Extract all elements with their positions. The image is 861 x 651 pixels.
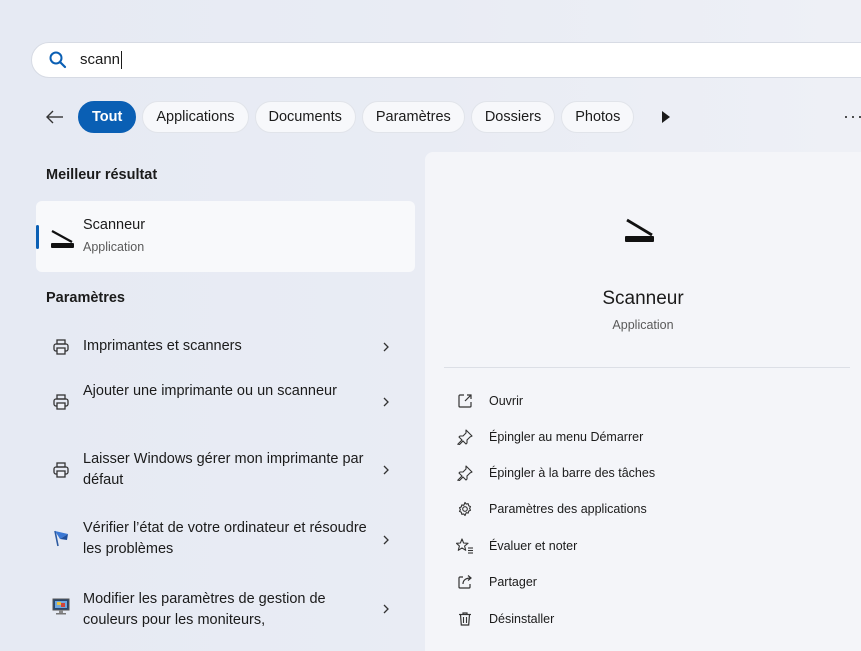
pin-icon (455, 463, 475, 483)
search-icon (48, 49, 70, 71)
filter-chip-all[interactable]: Tout (78, 101, 137, 133)
action-pin-taskbar[interactable]: Épingler à la barre des tâches (455, 462, 655, 484)
filter-bar: Tout Applications Documents Paramètres D… (42, 100, 678, 134)
chevron-right-icon (380, 340, 392, 354)
settings-item-label: Vérifier l’état de votre ordinateur et r… (83, 520, 367, 557)
settings-heading: Paramètres (46, 290, 125, 306)
detail-app-subtitle: Application (612, 318, 674, 332)
action-label: Épingler à la barre des tâches (489, 466, 656, 480)
action-uninstall[interactable]: Désinstaller (455, 608, 554, 630)
filter-chip-settings[interactable]: Paramètres (361, 101, 465, 133)
open-external-icon (455, 391, 475, 411)
action-label: Ouvrir (489, 394, 524, 408)
back-arrow-icon[interactable] (42, 104, 68, 130)
filter-chip-documents[interactable]: Documents (254, 101, 356, 133)
trash-icon (455, 609, 475, 629)
text-caret (121, 51, 123, 70)
monitor-icon (50, 595, 72, 617)
settings-item-label: Laisser Windows gérer mon imprimante par… (83, 451, 364, 488)
chevron-right-icon (380, 463, 392, 477)
share-icon (455, 572, 475, 592)
best-match-heading: Meilleur résultat (46, 167, 158, 183)
filter-chip-photos[interactable]: Photos (561, 101, 635, 133)
settings-item-troubleshoot[interactable]: Vérifier l’état de votre ordinateur et r… (36, 509, 415, 565)
chevron-right-icon (380, 602, 392, 616)
action-app-settings[interactable]: Paramètres des applications (455, 498, 647, 520)
filter-chip-applications[interactable]: Applications (142, 101, 249, 133)
action-label: Paramètres des applications (489, 502, 647, 516)
action-pin-start[interactable]: Épingler au menu Démarrer (455, 426, 643, 448)
action-rate-review[interactable]: Évaluer et noter (455, 535, 577, 557)
filter-chip-folders[interactable]: Dossiers (470, 101, 556, 133)
printer-icon (50, 459, 72, 481)
detail-app-title: Scanneur (602, 288, 684, 309)
star-icon (455, 536, 475, 556)
settings-item-color-management[interactable]: Modifier les paramètres de gestion de co… (36, 577, 415, 633)
gear-icon (455, 499, 475, 519)
divider (444, 367, 850, 368)
settings-item-label: Modifier les paramètres de gestion de co… (83, 591, 326, 628)
action-open[interactable]: Ouvrir (455, 390, 523, 412)
action-share[interactable]: Partager (455, 571, 537, 593)
settings-item-label: Ajouter une imprimante ou un scanneur (83, 383, 337, 399)
detail-panel: Scanneur Application Ouvrir Épingler au … (425, 152, 861, 651)
best-match-subtitle: Application (83, 240, 145, 254)
flag-icon (50, 527, 72, 549)
settings-item-default-printer[interactable]: Laisser Windows gérer mon imprimante par… (36, 441, 415, 497)
settings-item-label: Imprimantes et scanners (83, 338, 242, 354)
chevron-right-icon (380, 533, 392, 547)
settings-item-printers-scanners[interactable]: Imprimantes et scanners (36, 327, 415, 367)
action-label: Désinstaller (489, 612, 555, 626)
settings-item-add-printer[interactable]: Ajouter une imprimante ou un scanneur (36, 373, 415, 429)
printer-icon (50, 336, 72, 358)
selection-indicator (36, 225, 39, 249)
action-label: Évaluer et noter (489, 539, 578, 553)
more-options-icon[interactable]: ··· (843, 106, 861, 127)
action-label: Épingler au menu Démarrer (489, 430, 644, 444)
play-arrow-icon[interactable] (654, 101, 678, 133)
scanner-icon (48, 223, 76, 251)
best-match-title: Scanneur (83, 217, 146, 233)
best-match-card[interactable]: Scanneur Application (36, 201, 415, 272)
scanner-icon (621, 210, 657, 246)
action-label: Partager (489, 575, 537, 589)
printer-icon (50, 391, 72, 413)
chevron-right-icon (380, 395, 392, 409)
search-box[interactable]: scann (31, 42, 861, 78)
search-input[interactable]: scann (80, 51, 123, 70)
pin-icon (455, 427, 475, 447)
